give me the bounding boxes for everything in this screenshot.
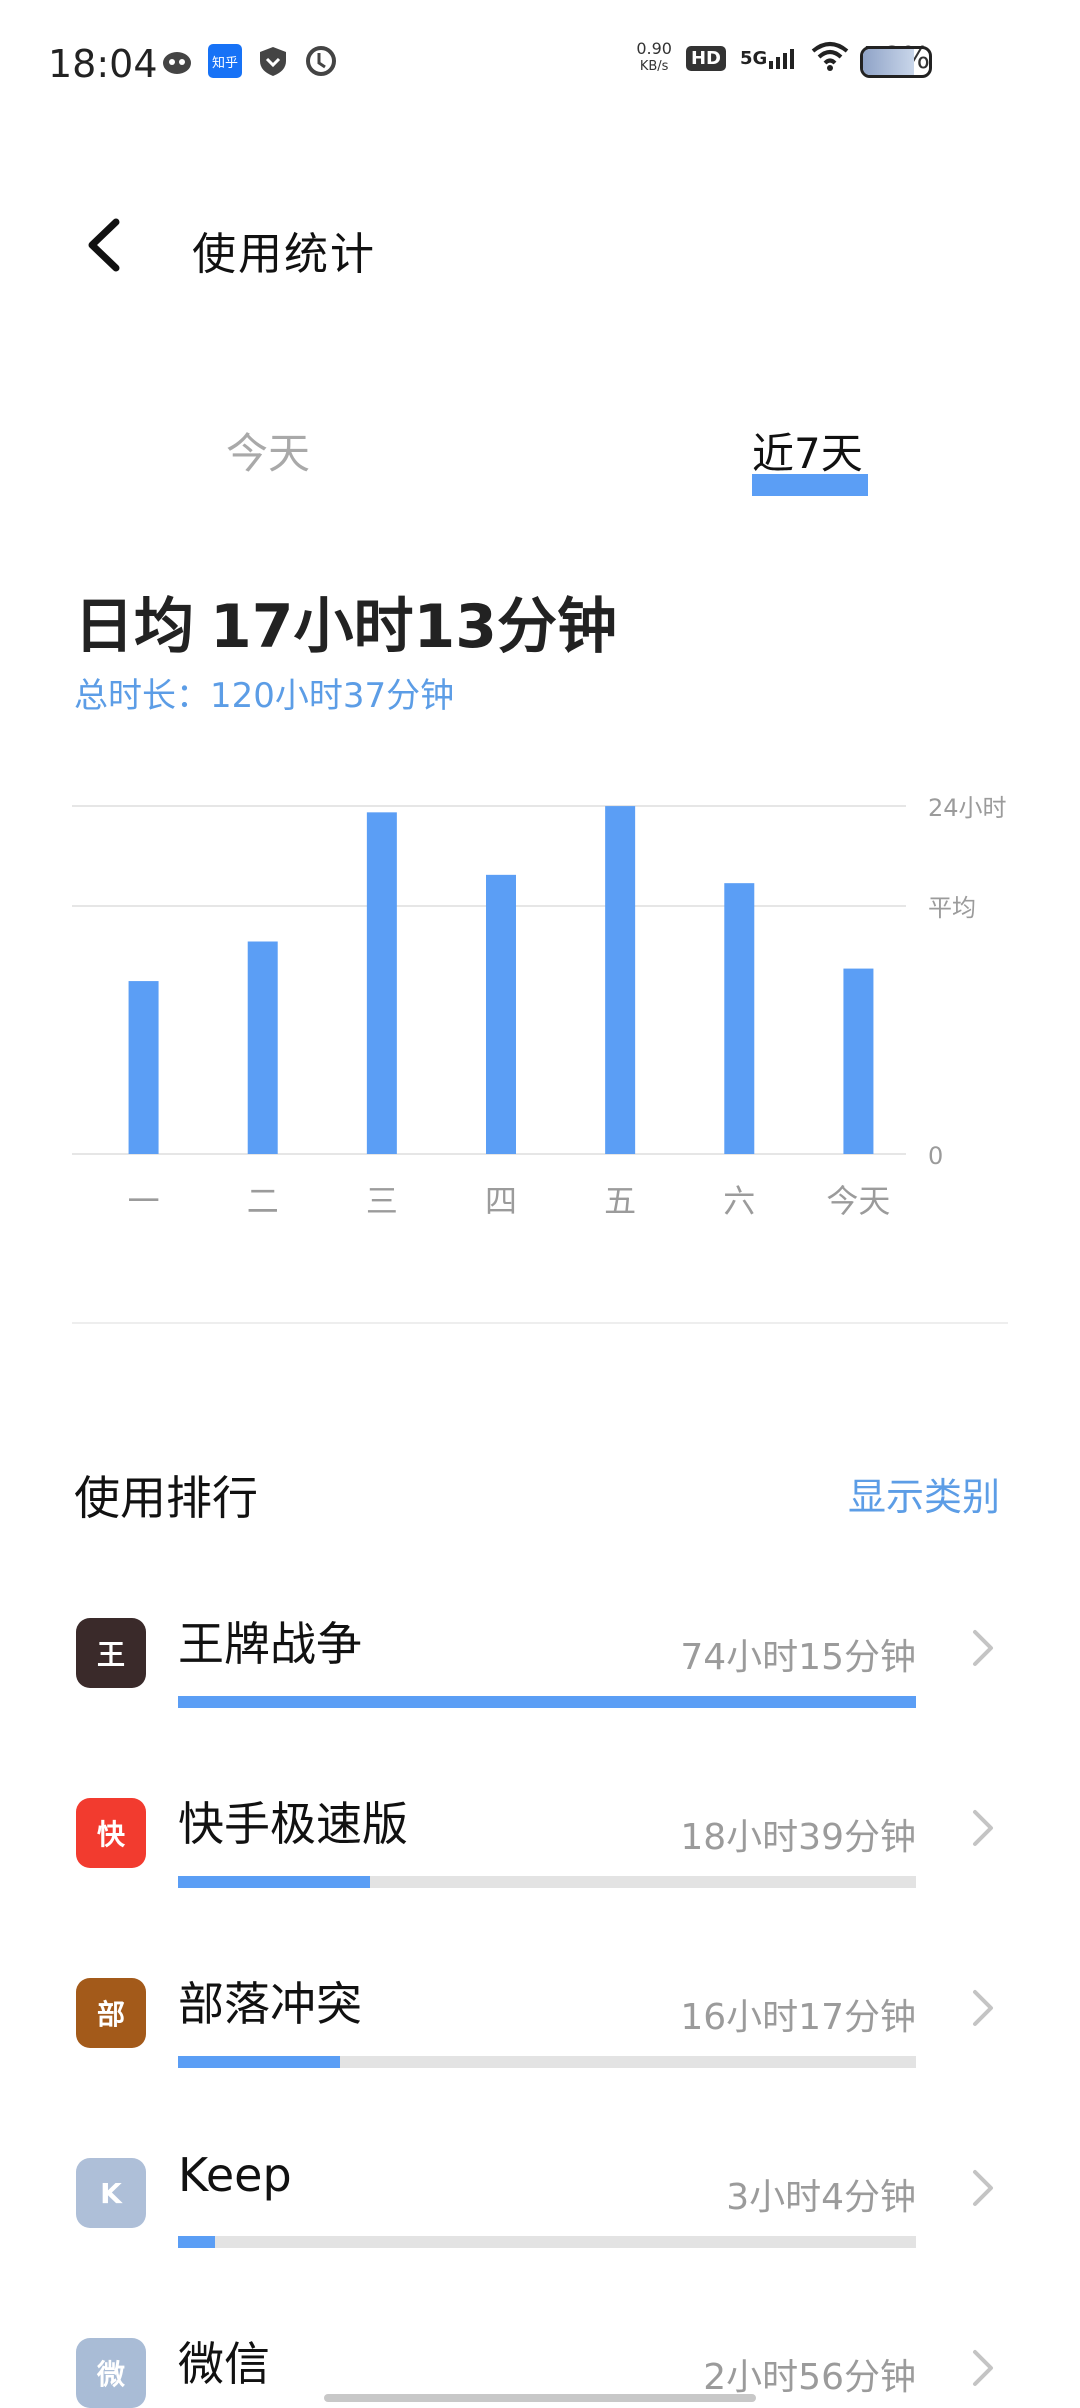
tab-last-7-days[interactable]: 近7天 <box>752 420 863 481</box>
section-divider <box>72 1322 1008 1324</box>
usage-progress-fill <box>178 2056 341 2068</box>
chart-y-tick-label: 0 <box>928 1142 943 1170</box>
total-duration: 总时长：120小时37分钟 <box>74 676 455 716</box>
chevron-right-icon <box>966 1984 1000 2032</box>
chart-bar <box>128 981 159 1154</box>
wifi-icon <box>811 41 849 75</box>
app-icon-glyph: K <box>100 2176 122 2210</box>
status-bar: 18:04 知乎 0.90 KB/s HD 5G 78% <box>0 0 1080 130</box>
app-usage-row[interactable]: K Keep 3小时4分钟 <box>0 2148 1080 2332</box>
chart-x-tick-label: 三 <box>366 1182 398 1220</box>
status-time: 18:04 <box>48 42 158 86</box>
app-icon-glyph: 部 <box>96 1998 125 2031</box>
network-speed-value: 0.90 <box>636 39 672 58</box>
page-title: 使用统计 <box>192 229 376 280</box>
tab-today[interactable]: 今天 <box>226 420 310 481</box>
usage-progress-fill <box>178 2236 215 2248</box>
notification-icons: 知乎 <box>160 44 338 78</box>
keep-app-icon: K <box>76 2158 146 2228</box>
daily-average-value: 17小时13分钟 <box>210 592 617 662</box>
wangpai-zhanzheng-app-icon: 王 <box>76 1618 146 1688</box>
app-icon-glyph: 王 <box>96 1638 125 1671</box>
shield-notification-icon <box>256 44 290 78</box>
chart-bar <box>843 968 874 1154</box>
chart-bar <box>724 883 755 1154</box>
chevron-right-icon <box>966 2344 1000 2392</box>
chevron-right-icon <box>966 2164 1000 2212</box>
chart-bar <box>605 806 636 1154</box>
app-name: 快手极速版 <box>178 1797 408 1851</box>
app-usage-time: 3小时4分钟 <box>726 2177 916 2218</box>
active-tab-indicator <box>752 474 868 496</box>
chart-x-tick-label: 四 <box>485 1182 517 1220</box>
app-usage-time: 16小时17分钟 <box>680 1997 916 2038</box>
chart-x-tick-label: 五 <box>604 1182 636 1220</box>
app-usage-time: 2小时56分钟 <box>703 2357 916 2398</box>
wechat-app-icon: 微 <box>76 2338 146 2408</box>
chart-y-tick-label: 24小时 <box>928 794 1007 822</box>
chart-x-tick-label: 一 <box>128 1182 160 1220</box>
usage-progress-track <box>178 2056 916 2068</box>
chart-y-tick-label: 平均 <box>928 894 976 922</box>
clash-of-clans-app-icon: 部 <box>76 1978 146 2048</box>
daily-average-label: 日均 <box>74 592 194 662</box>
chevron-right-icon <box>966 1804 1000 1852</box>
app-name: Keep <box>178 2148 292 2202</box>
chart-bar <box>366 812 397 1154</box>
chart-bar <box>486 874 516 1154</box>
usage-progress-track <box>178 1876 916 1888</box>
usage-progress-track <box>178 2236 916 2248</box>
hd-badge: HD <box>685 45 726 71</box>
chart-x-tick-label: 今天 <box>826 1182 890 1220</box>
zhihu-notification-icon: 知乎 <box>208 44 242 78</box>
kuaishou-app-icon: 快 <box>76 1798 146 1868</box>
usage-progress-track <box>178 1696 916 1708</box>
chart-x-tick-label: 二 <box>247 1182 279 1220</box>
bird-notification-icon <box>160 44 194 78</box>
app-name: 微信 <box>178 2337 270 2391</box>
app-usage-time: 74小时15分钟 <box>680 1637 916 1678</box>
chart-bar <box>247 941 278 1154</box>
app-usage-row[interactable]: 王 王牌战争 74小时15分钟 <box>0 1612 1080 1792</box>
network-speed-unit: KB/s <box>639 59 669 74</box>
back-button[interactable] <box>80 214 130 276</box>
clock-notification-icon <box>304 44 338 78</box>
chevron-right-icon <box>966 1624 1000 1672</box>
app-usage-row[interactable]: 快 快手极速版 18小时39分钟 <box>0 1792 1080 1972</box>
app-name: 王牌战争 <box>178 1617 362 1671</box>
show-category-link[interactable]: 显示类别 <box>848 1466 1000 1521</box>
app-icon-glyph: 微 <box>96 2358 125 2391</box>
ranking-title: 使用排行 <box>74 1471 258 1525</box>
usage-bar-chart: 0 平均 24小时一 二 三 四 五 六 今天 <box>72 794 1007 1220</box>
app-icon-glyph: 快 <box>96 1818 125 1851</box>
battery-level-fill <box>863 49 915 75</box>
usage-progress-fill <box>178 1696 916 1708</box>
app-name: 部落冲突 <box>178 1977 362 2031</box>
chart-x-tick-label: 六 <box>723 1182 755 1220</box>
signal-icon: 5G <box>740 47 797 69</box>
app-usage-time: 18小时39分钟 <box>680 1817 916 1858</box>
daily-average: 日均 17小时13分钟 <box>74 578 617 665</box>
home-indicator[interactable] <box>324 2394 756 2402</box>
network-type: 5G <box>740 48 768 69</box>
app-usage-row[interactable]: 部 部落冲突 16小时17分钟 <box>0 1972 1080 2152</box>
zhihu-glyph: 知乎 <box>211 55 238 71</box>
back-arrow-icon <box>88 218 120 272</box>
network-speed: 0.90 KB/s <box>636 40 672 76</box>
battery-icon <box>860 46 932 78</box>
usage-progress-fill <box>178 1876 370 1888</box>
